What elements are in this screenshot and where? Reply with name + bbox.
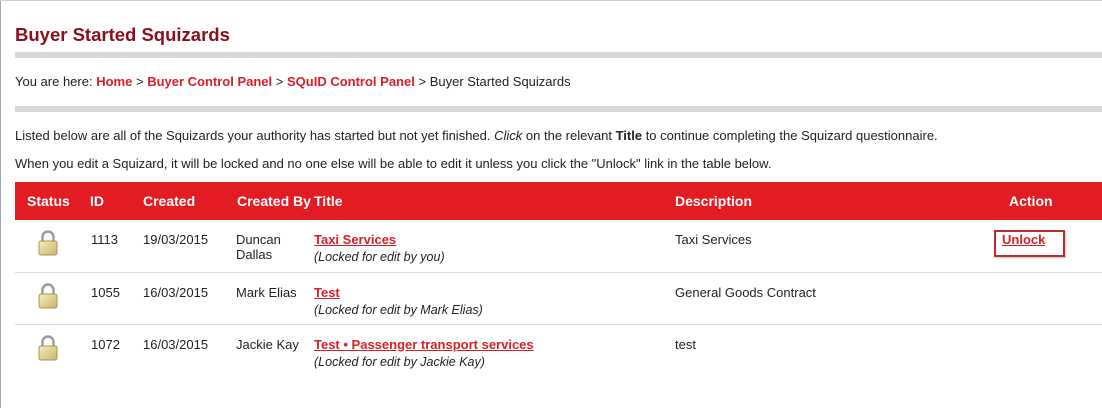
- created-by-cell: Mark Elias: [236, 284, 297, 300]
- squizard-title-link[interactable]: Taxi Services: [314, 232, 396, 247]
- breadcrumb-current: Buyer Started Squizards: [429, 74, 571, 89]
- table-row: 1055 16/03/2015 Mark Elias Test (Locked …: [15, 272, 1102, 324]
- action-cell: [943, 272, 1102, 324]
- table-row: 1113 19/03/2015 Duncan Dallas Taxi Servi…: [15, 220, 1102, 272]
- id-cell: 1113: [91, 232, 118, 247]
- breadcrumb-separator: >: [418, 74, 427, 89]
- padlock-icon: [38, 282, 58, 308]
- page-title: Buyer Started Squizards: [15, 24, 230, 45]
- id-cell: 1055: [91, 284, 120, 300]
- status-cell: [15, 220, 82, 272]
- unlock-link[interactable]: Unlock: [1002, 232, 1045, 247]
- created-cell: 16/03/2015: [143, 336, 209, 352]
- intro-text-line-2: When you edit a Squizard, it will be loc…: [15, 156, 772, 171]
- breadcrumb-prefix: You are here:: [15, 74, 93, 89]
- breadcrumb-home-link[interactable]: Home: [96, 74, 132, 89]
- created-cell: 16/03/2015: [143, 284, 209, 300]
- action-cell: Unlock: [943, 220, 1102, 272]
- created-by-name: Dallas: [236, 247, 273, 262]
- breadcrumb: You are here: Home > Buyer Control Panel…: [15, 74, 571, 89]
- title-cell: Test • Passenger transport services (Loc…: [312, 324, 674, 376]
- window-left-border: [0, 0, 1, 408]
- column-header-title[interactable]: Title: [312, 182, 674, 220]
- title-divider: [15, 52, 1102, 58]
- description-cell: Taxi Services: [675, 232, 752, 247]
- created-cell: 19/03/2015: [143, 232, 209, 247]
- window-top-border: [0, 0, 1102, 1]
- column-header-created-by[interactable]: Created By: [225, 182, 312, 220]
- table-header-row: Status ID Created Created By Title Descr…: [15, 182, 1102, 220]
- column-header-created[interactable]: Created: [127, 182, 225, 220]
- lock-note: (Locked for edit by you): [314, 250, 445, 264]
- description-cell: test: [675, 336, 696, 352]
- squizard-title-link[interactable]: Test • Passenger transport services: [314, 337, 534, 352]
- breadcrumb-divider: [15, 106, 1102, 112]
- description-cell: General Goods Contract: [675, 284, 816, 300]
- breadcrumb-squid-control-panel-link[interactable]: SQuID Control Panel: [287, 74, 415, 89]
- id-cell: 1072: [91, 336, 120, 352]
- column-header-status[interactable]: Status: [15, 182, 82, 220]
- intro-text: on the relevant: [525, 128, 612, 143]
- squizards-table: Status ID Created Created By Title Descr…: [15, 182, 1102, 376]
- padlock-icon: [38, 334, 58, 360]
- unlock-highlight-box: Unlock: [994, 230, 1066, 257]
- lock-note: (Locked for edit by Mark Elias): [314, 302, 483, 317]
- squizard-title-link[interactable]: Test: [314, 285, 340, 300]
- lock-note: (Locked for edit by Jackie Kay): [314, 354, 485, 369]
- table-row: 1072 16/03/2015 Jackie Kay Test • Passen…: [15, 324, 1102, 376]
- intro-text-line-1: Listed below are all of the Squizards yo…: [15, 128, 938, 143]
- status-cell: [15, 272, 82, 324]
- intro-click-word: Click: [494, 128, 523, 143]
- intro-text: Listed below are all of the Squizards yo…: [15, 128, 491, 143]
- intro-text: to continue completing the Squizard ques…: [645, 128, 938, 143]
- column-header-action[interactable]: Action: [943, 182, 1102, 220]
- status-cell: [15, 324, 82, 376]
- breadcrumb-separator: >: [135, 74, 144, 89]
- action-cell: [943, 324, 1102, 376]
- created-by-name: Duncan: [236, 232, 281, 247]
- column-header-description[interactable]: Description: [674, 182, 943, 220]
- title-cell: Taxi Services (Locked for edit by you): [312, 220, 674, 272]
- title-cell: Test (Locked for edit by Mark Elias): [312, 272, 674, 324]
- breadcrumb-separator: >: [275, 74, 284, 89]
- padlock-icon: [38, 230, 58, 256]
- created-by-cell: Duncan Dallas: [225, 220, 312, 272]
- breadcrumb-buyer-control-panel-link[interactable]: Buyer Control Panel: [147, 74, 272, 89]
- intro-title-word: Title: [615, 128, 643, 143]
- created-by-cell: Jackie Kay: [236, 336, 299, 352]
- column-header-id[interactable]: ID: [82, 182, 127, 220]
